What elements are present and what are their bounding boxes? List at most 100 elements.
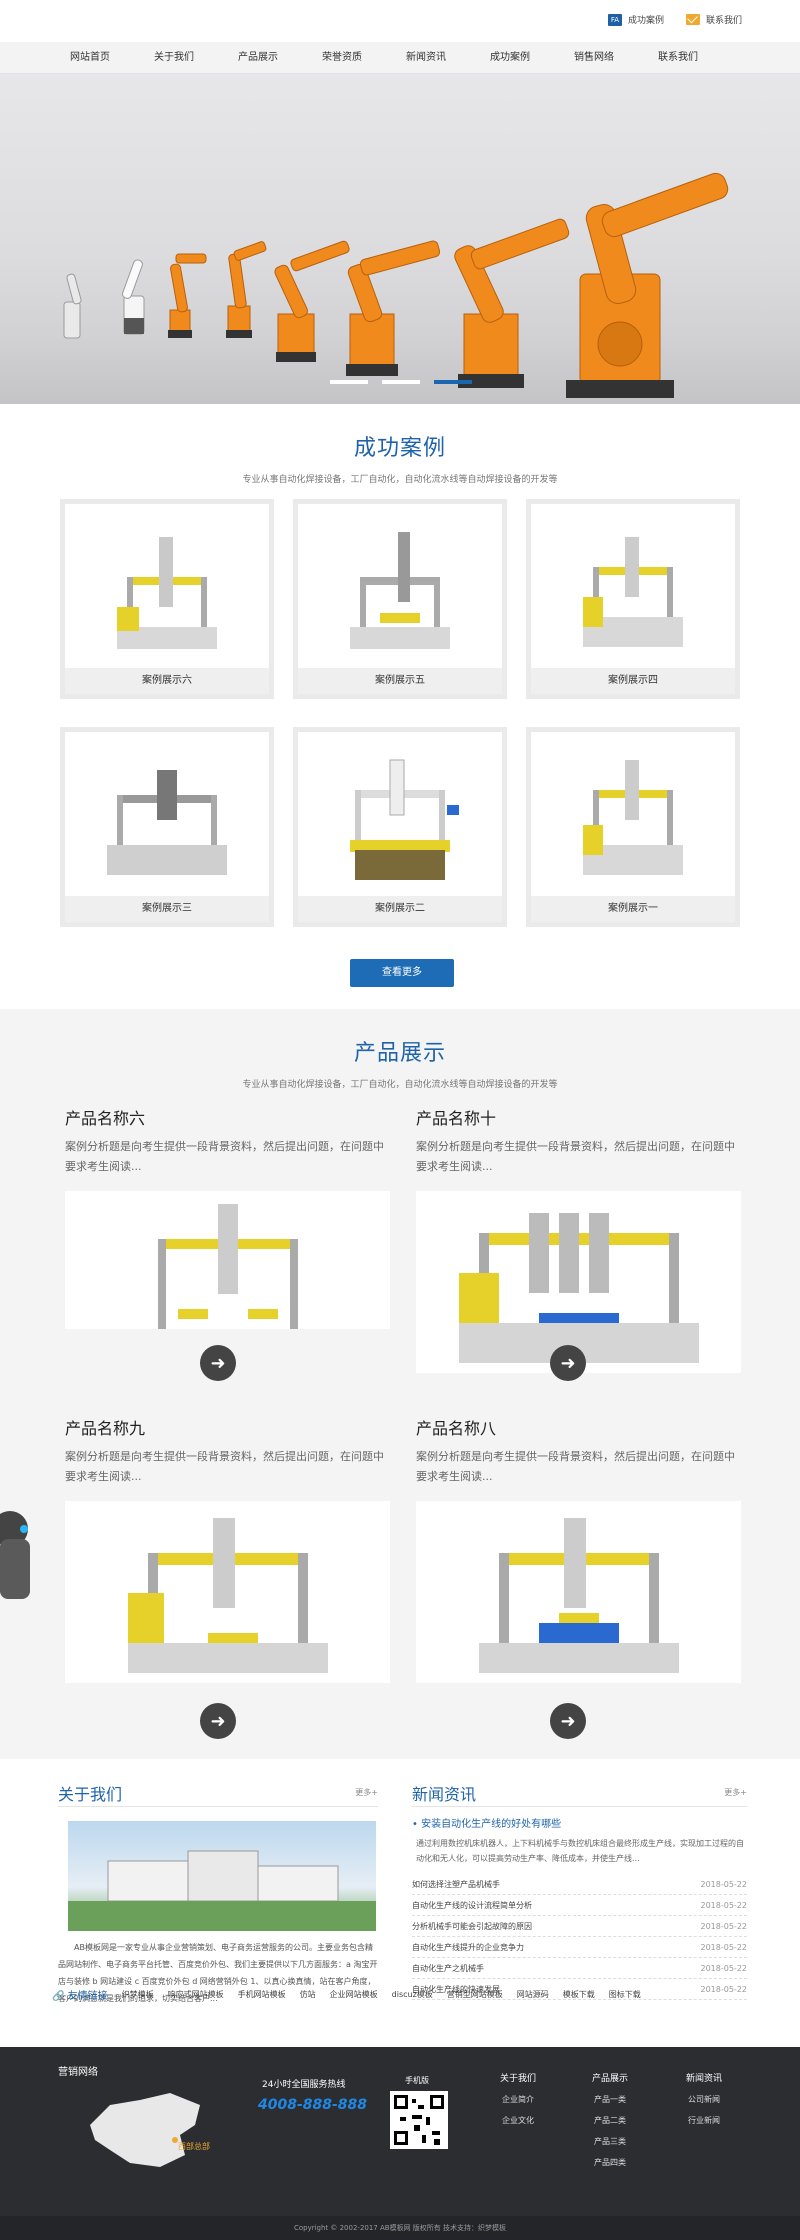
product-arrow-button[interactable]: ➜ (200, 1703, 236, 1739)
top-contact-link[interactable]: 联系我们 (685, 13, 742, 26)
news-item-date: 2018-05-22 (700, 1901, 748, 1910)
arrow-right-icon: ➜ (560, 1710, 576, 1732)
footer: 营销网络 西部总部 24小时全国服务热线 4008-888-888 手机版 关于… (0, 2047, 800, 2240)
news-more-link[interactable]: 更多+ (724, 1787, 747, 1806)
friend-link[interactable]: 织梦模板 (122, 1989, 154, 2000)
product-item[interactable]: 产品名称十 案例分析题是向考生提供一段背景资料，然后提出问题，在问题中要求考生阅… (416, 1105, 756, 1373)
news-headline-text: 安装自动化生产线的好处有哪些 (421, 1819, 562, 1830)
case-card[interactable]: 案例展示五 (293, 499, 507, 699)
friend-link[interactable]: 营销型网站模板 (447, 1989, 503, 2000)
news-headline-desc: 通过利用数控机床机器人，上下料机械手与数控机床组合最终形成生产线，实现加工过程的… (416, 1839, 744, 1863)
copyright: Copyright © 2002-2017 AB模板网 版权所有 技术支持：织梦… (0, 2216, 800, 2240)
product-item[interactable]: 产品名称九 案例分析题是向考生提供一段背景资料，然后提出问题，在问题中要求考生阅… (65, 1415, 405, 1683)
product-arrow-button[interactable]: ➜ (550, 1703, 586, 1739)
case-card[interactable]: 案例展示三 (60, 727, 274, 927)
footer-col-about: 关于我们 企业简介 企业文化 (500, 2071, 536, 2136)
news-item-title: 自动化生产之机械手 (412, 1964, 484, 1973)
news-item[interactable]: 自动化生产之机械手 2018-05-22 (412, 1958, 747, 1979)
news-title: 新闻资讯 (412, 1785, 477, 1804)
news-item[interactable]: 自动化生产线的设计流程简单分析 2018-05-22 (412, 1895, 747, 1916)
news-item-title: 如何选择注塑产品机械手 (412, 1880, 500, 1889)
news-headline[interactable]: • 安装自动化生产线的好处有哪些 (412, 1815, 747, 1830)
case-image (298, 504, 502, 669)
nav-item-sales-network[interactable]: 销售网络 (552, 42, 636, 73)
mail-icon (685, 14, 700, 25)
footer-link[interactable]: 产品四类 (592, 2157, 628, 2168)
product-desc: 案例分析题是向考生提供一段背景资料，然后提出问题，在问题中要求考生阅读... (416, 1450, 735, 1483)
footer-link[interactable]: 产品二类 (592, 2115, 628, 2126)
case-image (298, 732, 502, 897)
friend-links-title: 🔗 友情链接 (52, 1987, 108, 2002)
friend-link[interactable]: 模板下载 (563, 1989, 595, 2000)
top-success-case-link[interactable]: FA 成功案例 (607, 13, 664, 26)
product-desc: 案例分析题是向考生提供一段背景资料，然后提出问题，在问题中要求考生阅读... (65, 1140, 384, 1173)
footer-link[interactable]: 产品一类 (592, 2094, 628, 2105)
banner-dot-3[interactable] (434, 380, 472, 384)
nav-item-honors[interactable]: 荣誉资质 (300, 42, 384, 73)
friend-link[interactable]: 图标下载 (609, 1989, 641, 2000)
product-arrow-button[interactable]: ➜ (200, 1345, 236, 1381)
news-item[interactable]: 自动化生产线提升的企业竞争力 2018-05-22 (412, 1937, 747, 1958)
case-card[interactable]: 案例展示二 (293, 727, 507, 927)
news-item-date: 2018-05-22 (700, 1922, 748, 1931)
footer-link[interactable]: 企业简介 (500, 2094, 536, 2105)
hero-banner[interactable] (0, 74, 800, 404)
footer-link[interactable]: 产品三类 (592, 2136, 628, 2147)
footer-link[interactable]: 公司新闻 (686, 2094, 722, 2105)
view-more-button[interactable]: 查看更多 (350, 959, 454, 987)
product-name: 产品名称九 (65, 1419, 146, 1438)
case-caption: 案例展示二 (298, 896, 502, 922)
friend-link[interactable]: 网站源码 (517, 1989, 549, 2000)
banner-dot-2[interactable] (382, 380, 420, 384)
hotline-number[interactable]: 4008-888-888 (258, 2097, 367, 2113)
nav-item-cases[interactable]: 成功案例 (468, 42, 552, 73)
case-caption: 案例展示五 (298, 668, 502, 694)
about-title: 关于我们 (58, 1785, 123, 1804)
friend-link[interactable]: 企业网站模板 (330, 1989, 378, 2000)
friend-link[interactable]: 手机网站模板 (238, 1989, 286, 2000)
product-arrow-button[interactable]: ➜ (550, 1345, 586, 1381)
about-more-link[interactable]: 更多+ (355, 1787, 378, 1806)
nav-item-news[interactable]: 新闻资讯 (384, 42, 468, 73)
cases-subtitle: 专业从事自动化焊接设备，工厂自动化，自动化流水线等自动焊接设备的开发等 (242, 475, 558, 485)
case-card[interactable]: 案例展示六 (60, 499, 274, 699)
cases-title: 成功案例 (353, 436, 446, 461)
case-caption: 案例展示四 (531, 668, 735, 694)
friend-link[interactable]: 仿站 (300, 1989, 316, 2000)
top-bar: FA 成功案例 联系我们 (0, 0, 800, 42)
hotline-label: 24小时全国服务热线 (262, 2080, 346, 2090)
product-image (65, 1191, 390, 1329)
nav-item-contact[interactable]: 联系我们 (636, 42, 720, 73)
banner-dot-1[interactable] (330, 380, 368, 384)
nav-item-home[interactable]: 网站首页 (48, 42, 132, 73)
friend-link[interactable]: 响应式网站模板 (168, 1989, 224, 2000)
product-item[interactable]: 产品名称六 案例分析题是向考生提供一段背景资料，然后提出问题，在问题中要求考生阅… (65, 1105, 405, 1329)
product-item[interactable]: 产品名称八 案例分析题是向考生提供一段背景资料，然后提出问题，在问题中要求考生阅… (416, 1415, 756, 1683)
about-image (68, 1821, 376, 1931)
case-image (531, 732, 735, 897)
case-card[interactable]: 案例展示一 (526, 727, 740, 927)
case-caption: 案例展示一 (531, 896, 735, 922)
news-item-date: 2018-05-22 (700, 1880, 748, 1889)
footer-link[interactable]: 行业新闻 (686, 2115, 722, 2126)
nav-item-products[interactable]: 产品展示 (216, 42, 300, 73)
link-icon: 🔗 (52, 1991, 65, 2002)
friend-link[interactable]: discuz模板 (392, 1989, 433, 2000)
arrow-right-icon: ➜ (210, 1352, 226, 1374)
footer-link[interactable]: 企业文化 (500, 2115, 536, 2126)
case-image (531, 504, 735, 669)
products-title: 产品展示 (353, 1041, 446, 1066)
products-section: 产品展示 专业从事自动化焊接设备，工厂自动化，自动化流水线等自动焊接设备的开发等… (0, 1009, 800, 1759)
product-name: 产品名称八 (416, 1419, 497, 1438)
product-image (416, 1501, 741, 1683)
nav-item-about[interactable]: 关于我们 (132, 42, 216, 73)
robot-arms-image (63, 172, 729, 398)
news-item[interactable]: 分析机械手可能会引起故障的原因 2018-05-22 (412, 1916, 747, 1937)
news-item-title: 分析机械手可能会引起故障的原因 (412, 1922, 532, 1931)
top-success-case-label: 成功案例 (627, 16, 664, 26)
news-item[interactable]: 如何选择注塑产品机械手 2018-05-22 (412, 1874, 747, 1895)
case-card[interactable]: 案例展示四 (526, 499, 740, 699)
arrow-right-icon: ➜ (210, 1710, 226, 1732)
product-desc: 案例分析题是向考生提供一段背景资料，然后提出问题，在问题中要求考生阅读... (65, 1450, 384, 1483)
footer-col-title: 产品展示 (592, 2074, 629, 2084)
